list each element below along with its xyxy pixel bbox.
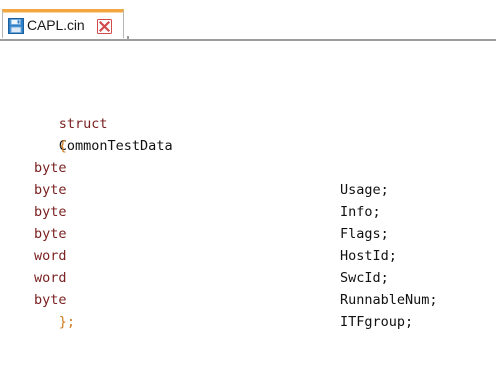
field-line: byte ITFgroup; (10, 267, 496, 330)
field-line: byte Usage; (10, 135, 496, 198)
open-brace-line: { (10, 113, 67, 154)
field-name: ITFgroup; (340, 314, 414, 330)
editor-window: CAPL.cin struct CommonTestData { byte Us… (0, 0, 496, 367)
tab-bar: CAPL.cin (0, 0, 496, 42)
tab-capl-cin[interactable]: CAPL.cin (2, 9, 124, 38)
save-icon (8, 18, 24, 34)
field-line: byte Info; (10, 157, 496, 220)
field-line: byte Flags; (10, 179, 496, 242)
struct-declaration-line: struct CommonTestData (10, 91, 173, 154)
close-brace: }; (58, 314, 76, 330)
tab-label: CAPL.cin (27, 17, 85, 33)
field-name: RunnableNum; (340, 292, 438, 308)
field-line: word RunnableNum; (10, 245, 496, 308)
tab-accent-line (3, 12, 123, 13)
field-line: byte HostId; (10, 201, 496, 264)
close-brace-line: }; (10, 289, 75, 330)
field-line: word SwcId; (10, 223, 496, 286)
code-editor[interactable]: struct CommonTestData { byte Usage; byte… (0, 41, 496, 367)
close-icon[interactable] (97, 19, 112, 34)
